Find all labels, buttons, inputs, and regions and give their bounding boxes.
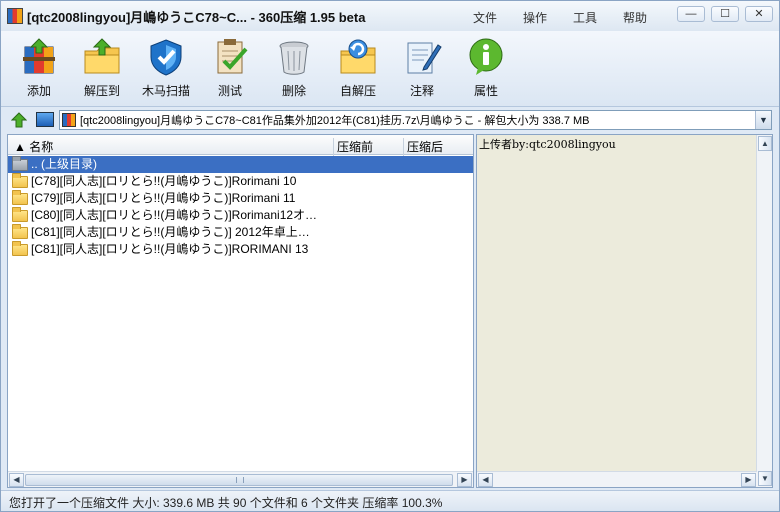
trojan-scan-label: 木马扫描 <box>141 84 190 98</box>
info-icon <box>466 37 506 77</box>
comment-horizontal-scrollbar[interactable]: ◀ ▶ <box>477 471 757 487</box>
minimize-button[interactable]: — <box>677 6 705 22</box>
scroll-up-button[interactable]: ▲ <box>758 136 772 151</box>
trojan-scan-button[interactable]: 木马扫描 <box>136 37 196 99</box>
delete-trash-icon <box>274 37 314 77</box>
column-divider[interactable] <box>403 138 404 158</box>
winrar-app-icon <box>7 8 23 24</box>
scroll-left-button[interactable]: ◀ <box>9 473 24 487</box>
self-extract-icon <box>338 37 378 77</box>
table-row[interactable]: [C79][同人志][ロリとら!!(月嶋ゆうこ)]Rorimani 11 <box>8 189 473 207</box>
list-header: ▲ 名称 压缩前 压缩后 <box>8 135 473 158</box>
column-divider[interactable] <box>333 138 334 158</box>
table-row[interactable]: [C80][同人志][ロリとら!!(月嶋ゆうこ)]Rorimani12オ… <box>8 206 473 224</box>
file-name: [C80][同人志][ロリとら!!(月嶋ゆうこ)]Rorimani12オ… <box>31 208 318 222</box>
comment-note-icon <box>402 37 442 77</box>
properties-label: 属性 <box>473 84 498 98</box>
comment-vertical-scrollbar[interactable]: ▲ ▼ <box>756 135 772 487</box>
table-row[interactable]: [C81][同人志][ロリとら!!(月嶋ゆうこ)]RORIMANI 13 <box>8 240 473 258</box>
comment-text: 上传者by:qtc2008lingyou <box>479 138 616 151</box>
menu-help[interactable]: 帮助 <box>623 9 673 26</box>
scroll-right-button[interactable]: ▶ <box>741 473 756 487</box>
app-window: [qtc2008lingyou]月嶋ゆうこC78~C... - 360压缩 1.… <box>0 0 780 512</box>
scroll-thumb[interactable] <box>25 474 453 486</box>
self-extract-label: 自解压 <box>339 84 376 98</box>
window-controls: — ☐ ✕ <box>677 6 773 22</box>
maximize-button[interactable]: ☐ <box>711 6 739 22</box>
status-text: 您打开了一个压缩文件 大小: 339.6 MB 共 90 个文件和 6 个文件夹… <box>9 496 443 510</box>
test-label: 测试 <box>217 84 242 98</box>
delete-button[interactable]: 删除 <box>264 37 324 99</box>
delete-label: 删除 <box>281 84 306 98</box>
file-list: ▲ 名称 压缩前 压缩后 .. (上级目录) [C78][同人志][ロリとら!!… <box>7 134 474 488</box>
scroll-down-button[interactable]: ▼ <box>758 471 772 486</box>
extract-to-button[interactable]: 解压到 <box>72 37 132 99</box>
close-button[interactable]: ✕ <box>745 6 773 22</box>
comment-button[interactable]: 注释 <box>392 37 452 99</box>
list-horizontal-scrollbar[interactable]: ◀ ▶ <box>8 471 473 487</box>
file-name: [C78][同人志][ロリとら!!(月嶋ゆうこ)]Rorimani 10 <box>31 174 297 188</box>
folder-icon <box>12 240 28 256</box>
trojan-scan-shield-icon <box>146 37 186 77</box>
toolbar: 添加 解压到 木马扫描 测试 删除 自解压 注释 属性 <box>1 31 779 107</box>
self-extract-button[interactable]: 自解压 <box>328 37 388 99</box>
folder-icon <box>12 206 28 222</box>
up-level-icon[interactable] <box>10 112 28 128</box>
file-rows: .. (上级目录) [C78][同人志][ロリとら!!(月嶋ゆうこ)]Rorim… <box>8 155 473 258</box>
file-name: .. (上级目录) <box>31 157 97 171</box>
column-after[interactable]: 压缩后 <box>407 138 443 155</box>
title-bar: [qtc2008lingyou]月嶋ゆうこC78~C... - 360压缩 1.… <box>1 1 779 31</box>
path-text: [qtc2008lingyou]月嶋ゆうこC78~C81作品集外加2012年(C… <box>80 115 590 127</box>
window-title: [qtc2008lingyou]月嶋ゆうこC78~C... - 360压缩 1.… <box>27 9 366 25</box>
archive-icon <box>62 113 76 127</box>
desktop-icon[interactable] <box>36 112 54 127</box>
menu-bar: 文件 操作 工具 帮助 <box>473 9 673 26</box>
file-name: [C81][同人志][ロリとら!!(月嶋ゆうこ)] 2012年卓上… <box>31 225 310 239</box>
properties-button[interactable]: 属性 <box>456 37 516 99</box>
status-bar: 您打开了一个压缩文件 大小: 339.6 MB 共 90 个文件和 6 个文件夹… <box>1 490 779 511</box>
path-combobox[interactable]: [qtc2008lingyou]月嶋ゆうこC78~C81作品集外加2012年(C… <box>59 110 772 130</box>
chevron-down-icon[interactable]: ▼ <box>755 111 771 129</box>
folder-icon <box>12 172 28 188</box>
address-bar: [qtc2008lingyou]月嶋ゆうこC78~C81作品集外加2012年(C… <box>1 108 779 132</box>
parent-folder-icon <box>12 155 28 171</box>
extract-to-icon <box>82 37 122 77</box>
scroll-right-button[interactable]: ▶ <box>457 473 472 487</box>
folder-icon <box>12 223 28 239</box>
menu-file[interactable]: 文件 <box>473 9 523 26</box>
folder-icon <box>12 189 28 205</box>
add-button[interactable]: 添加 <box>9 37 69 99</box>
file-name: [C81][同人志][ロリとら!!(月嶋ゆうこ)]RORIMANI 13 <box>31 242 309 256</box>
column-name[interactable]: ▲ 名称 <box>14 138 53 155</box>
add-archive-icon <box>19 37 59 77</box>
add-label: 添加 <box>26 84 51 98</box>
comment-pane[interactable]: 上传者by:qtc2008lingyou ▲ ▼ ◀ ▶ <box>476 134 773 488</box>
table-row[interactable]: .. (上级目录) <box>8 155 473 173</box>
column-before[interactable]: 压缩前 <box>337 138 373 155</box>
table-row[interactable]: [C81][同人志][ロリとら!!(月嶋ゆうこ)] 2012年卓上… <box>8 223 473 241</box>
scroll-left-button[interactable]: ◀ <box>478 473 493 487</box>
menu-operation[interactable]: 操作 <box>523 9 573 26</box>
scroll-grip <box>236 477 244 483</box>
table-row[interactable]: [C78][同人志][ロリとら!!(月嶋ゆうこ)]Rorimani 10 <box>8 172 473 190</box>
file-name: [C79][同人志][ロリとら!!(月嶋ゆうこ)]Rorimani 11 <box>31 191 296 205</box>
menu-tools[interactable]: 工具 <box>573 9 623 26</box>
comment-label: 注释 <box>409 84 434 98</box>
extract-to-label: 解压到 <box>83 84 120 98</box>
test-button[interactable]: 测试 <box>200 37 260 99</box>
test-checklist-icon <box>210 37 250 77</box>
